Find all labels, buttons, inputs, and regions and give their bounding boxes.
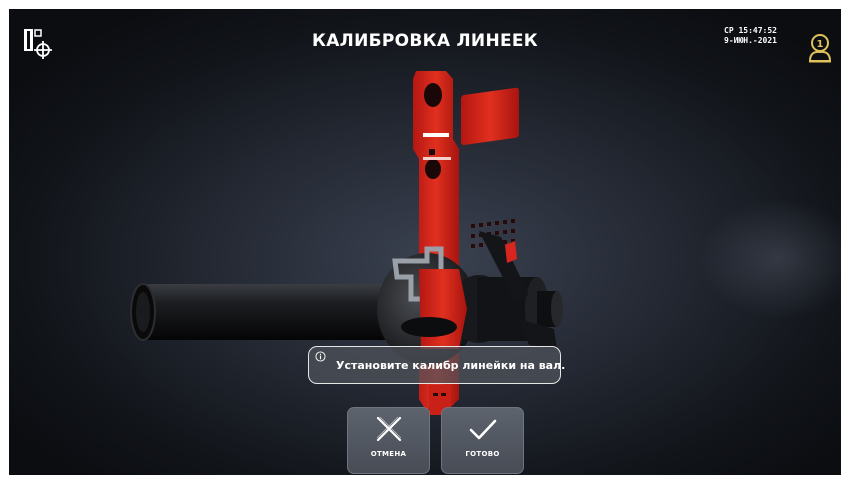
done-button[interactable]: ГОТОВО [441, 407, 524, 474]
date-time-display: СР 15:47:52 9-ИЮН.-2021 [724, 26, 777, 46]
cross-icon [376, 416, 402, 442]
done-button-label: ГОТОВО [465, 450, 500, 458]
operator-user-icon[interactable]: 1 [807, 33, 833, 63]
instruction-text: Установите калибр линейки на вал. [336, 359, 566, 372]
gauge-side-plate [461, 87, 519, 248]
cancel-button-label: ОТМЕНА [370, 450, 407, 458]
top-bar: КАЛИБРОВКА ЛИНЕЕК СР 15:47:52 9-ИЮН.-202… [9, 9, 841, 81]
info-icon [315, 351, 326, 362]
page-title: КАЛИБРОВКА ЛИНЕЕК [312, 31, 538, 51]
user-badge-number: 1 [817, 39, 824, 50]
checkmark-icon [469, 419, 497, 440]
app-screen: КАЛИБРОВКА ЛИНЕЕК СР 15:47:52 9-ИЮН.-202… [9, 9, 841, 475]
instruction-message: Установите калибр линейки на вал. [308, 346, 565, 384]
clock-date: 9-ИЮН.-2021 [724, 36, 777, 45]
clock-time: СР 15:47:52 [724, 26, 777, 35]
cancel-button[interactable]: ОТМЕНА [347, 407, 430, 474]
shaft-hub [377, 231, 563, 365]
shaft [130, 283, 402, 341]
